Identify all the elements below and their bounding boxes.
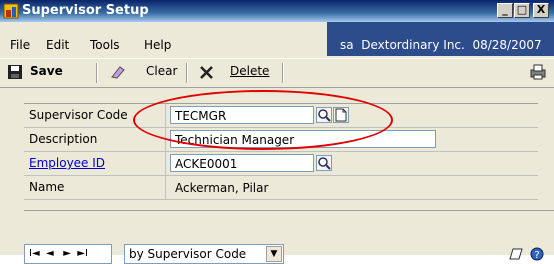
save-icon[interactable]: [8, 65, 22, 79]
window-title: Supervisor Setup: [22, 3, 149, 18]
employee-id-input[interactable]: ACKE0001: [170, 154, 314, 172]
toolbar-separator: [186, 63, 188, 83]
user-info-banner: sa Dextordinary Inc. 08/28/2007: [327, 22, 554, 56]
toolbar: Save Clear Delete: [0, 58, 554, 88]
app-icon: [3, 3, 19, 19]
name-label: Name: [24, 176, 166, 199]
user-info-text: sa Dextordinary Inc. 08/28/2007: [340, 38, 542, 52]
delete-icon[interactable]: [200, 66, 213, 79]
title-bar: Supervisor Setup _ □ X: [0, 0, 554, 22]
lookup-icon[interactable]: [316, 155, 332, 171]
menu-file[interactable]: File: [10, 38, 30, 52]
printer-icon[interactable]: [530, 64, 546, 80]
navigation-arrows[interactable]: I◄ ◄ ► ►I: [25, 248, 88, 259]
note-icon[interactable]: [508, 247, 524, 261]
sort-by-select[interactable]: by Supervisor Code ▼: [124, 244, 284, 264]
bottom-bar: I◄ ◄ ► ►I by Supervisor Code ▼ ?: [24, 210, 554, 264]
delete-button[interactable]: Delete: [230, 64, 269, 78]
menu-tools[interactable]: Tools: [90, 38, 120, 52]
clear-button[interactable]: Clear: [146, 64, 177, 78]
highlight-circle: [133, 90, 393, 150]
help-icon[interactable]: ?: [530, 247, 544, 261]
row-employee-id: Employee ID ACKE0001: [24, 152, 538, 176]
row-name: Name Ackerman, Pilar: [24, 176, 538, 200]
menu-help[interactable]: Help: [144, 38, 171, 52]
supervisor-setup-window: Supervisor Setup _ □ X File Edit Tools H…: [0, 0, 554, 264]
menu-edit[interactable]: Edit: [46, 38, 69, 52]
clear-icon[interactable]: [110, 65, 126, 79]
employee-id-link[interactable]: Employee ID: [24, 152, 166, 175]
toolbar-separator: [96, 63, 98, 83]
minimize-button[interactable]: _: [497, 3, 513, 18]
chevron-down-icon[interactable]: ▼: [266, 246, 282, 262]
svg-text:?: ?: [534, 250, 539, 261]
record-navigation[interactable]: I◄ ◄ ► ►I: [24, 244, 112, 264]
close-button[interactable]: X: [533, 3, 549, 18]
save-button[interactable]: Save: [30, 64, 63, 78]
sort-by-value: by Supervisor Code: [129, 247, 247, 261]
maximize-button[interactable]: □: [514, 3, 530, 18]
toolbar-separator: [282, 63, 284, 83]
name-value: Ackerman, Pilar: [170, 178, 436, 196]
